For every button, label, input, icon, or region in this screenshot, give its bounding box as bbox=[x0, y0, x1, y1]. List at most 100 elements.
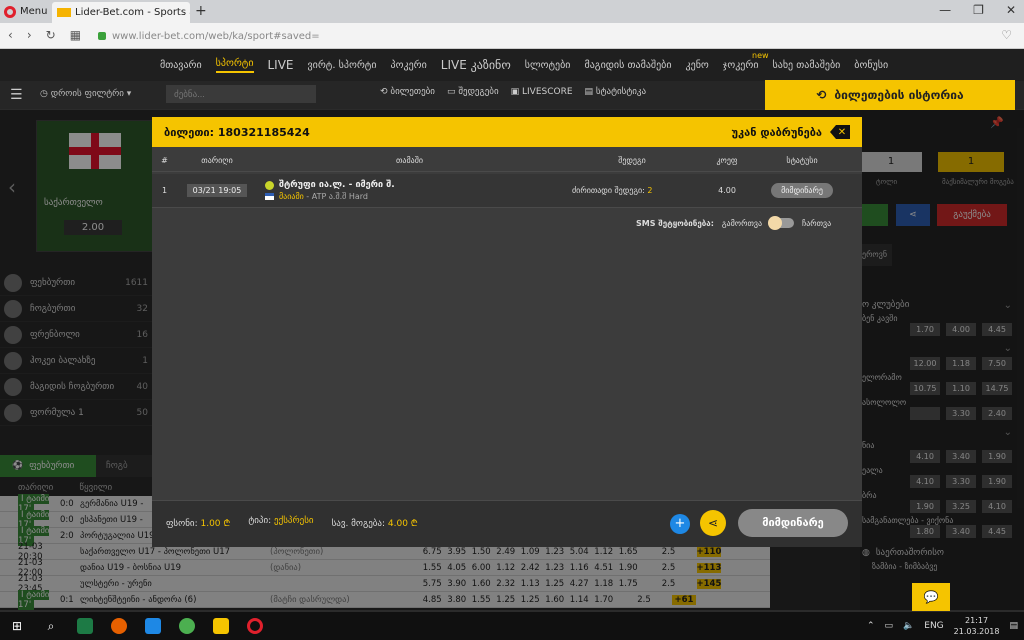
row-event-cell: შტრუფი ია.ლ. - იმერი შ. მაიამი - ATP ა.შ… bbox=[257, 180, 562, 201]
search-icon: ⌕ bbox=[47, 618, 55, 633]
col-event: თამაში bbox=[396, 156, 423, 165]
clock-date: 21.03.2018 bbox=[953, 627, 1000, 636]
language-indicator[interactable]: ENG bbox=[924, 621, 943, 631]
nav-live-casino[interactable]: LIVE კაზინო bbox=[441, 58, 511, 72]
search-input[interactable] bbox=[166, 85, 316, 103]
type-label: ტიპი: bbox=[248, 516, 272, 526]
toggle-knob bbox=[768, 216, 783, 230]
browser-tab[interactable]: Lider-Bet.com - Sports and ✕ bbox=[52, 2, 190, 23]
sms-off-label: გამორთვა bbox=[721, 218, 763, 228]
ticket-table-header: # თარიღი თამაში შედეგი კოეფ სტატუსი bbox=[152, 150, 862, 172]
main-nav: მთავარი სპორტი LIVE ვირტ. სპორტი პოკერი … bbox=[160, 49, 888, 81]
tickets-label: ბილეთები bbox=[390, 87, 435, 97]
pending-status-button[interactable]: მიმდინარე bbox=[738, 509, 848, 537]
taskbar-app-excel[interactable] bbox=[68, 612, 102, 640]
back-label: უკან დაბრუნება bbox=[731, 125, 822, 139]
nav-sport[interactable]: სპორტი bbox=[215, 58, 254, 73]
chrome-icon bbox=[179, 618, 195, 634]
sms-toggle[interactable] bbox=[768, 216, 795, 230]
row-outcome: ძირითადი შედეგი: 2 bbox=[562, 186, 702, 195]
share-icon: ⋖ bbox=[707, 516, 719, 530]
nav-table-games[interactable]: მაგიდის თამაშები bbox=[584, 60, 671, 71]
opera-menu-button[interactable]: Menu bbox=[4, 3, 47, 20]
taskbar-app-explorer[interactable] bbox=[204, 612, 238, 640]
add-button[interactable]: + bbox=[670, 514, 690, 534]
nav-poker[interactable]: პოკერი bbox=[391, 60, 427, 71]
tickets-link[interactable]: ⟲ ბილეთები bbox=[380, 87, 435, 97]
reload-icon[interactable]: ↻ bbox=[46, 28, 56, 42]
back-button[interactable]: უკან დაბრუნება ✕ bbox=[732, 125, 850, 139]
taskbar-app-firefox[interactable] bbox=[102, 612, 136, 640]
speed-dial-icon[interactable]: ▦ bbox=[70, 28, 81, 42]
nav-slots[interactable]: სლოტები bbox=[525, 60, 571, 71]
time-filter-dropdown[interactable]: ◷ დროის ფილტრი ▾ bbox=[40, 89, 131, 99]
nav-new-games[interactable]: სახე თამაშები bbox=[773, 60, 841, 71]
col-status: სტატუსი bbox=[786, 156, 818, 165]
ticket-summary: ფსონი: 1.00 ₾ ტიპი: ექსპრესი სავ. მოგება… bbox=[166, 516, 418, 529]
restore-icon[interactable]: ❐ bbox=[973, 3, 984, 17]
clock[interactable]: 21:17 21.03.2018 bbox=[954, 615, 1000, 637]
statistics-label: სტატისტიკა bbox=[595, 87, 647, 97]
sms-label: SMS შეტყობინება: bbox=[636, 218, 714, 228]
bookmark-heart-icon[interactable]: ♡ bbox=[1001, 28, 1012, 42]
hamburger-menu-icon[interactable]: ☰ bbox=[10, 87, 23, 103]
taskbar-app-chrome[interactable] bbox=[170, 612, 204, 640]
browser-nav-buttons: ‹ › ↻ ▦ bbox=[8, 28, 81, 42]
ticket-history-button[interactable]: ⟲ ბილეთების ისტორია bbox=[765, 80, 1015, 110]
chat-icon: 💬 bbox=[923, 590, 939, 604]
url-field[interactable]: www.lider-bet.com/web/ka/sport#saved= bbox=[98, 27, 1020, 45]
win-label: სავ. მოგება: bbox=[331, 519, 386, 529]
col-date: თარიღი bbox=[201, 156, 233, 165]
new-tab-icon[interactable]: + bbox=[195, 3, 207, 19]
opera-icon bbox=[4, 5, 16, 18]
taskbar-app-edge[interactable] bbox=[136, 612, 170, 640]
tray-arrow-icon[interactable]: ⌃ bbox=[867, 621, 875, 631]
col-outcome: შედეგი bbox=[618, 156, 646, 165]
start-button[interactable]: ⊞ bbox=[0, 612, 34, 640]
excel-icon bbox=[77, 618, 93, 634]
win-value: 4.00 ₾ bbox=[387, 519, 418, 529]
taskbar-app-opera[interactable] bbox=[238, 612, 272, 640]
usa-flag-icon bbox=[265, 193, 274, 200]
opera-icon bbox=[247, 618, 263, 634]
site-favicon-icon bbox=[57, 8, 71, 17]
nav-virtual-sport[interactable]: ვირტ. სპორტი bbox=[308, 60, 377, 71]
network-icon[interactable]: ▭ bbox=[885, 621, 894, 631]
folder-icon bbox=[213, 618, 229, 634]
back-icon[interactable]: ‹ bbox=[8, 28, 13, 42]
statistics-link[interactable]: ▤ სტატისტიკა bbox=[585, 87, 647, 97]
share-ticket-button[interactable]: ⋖ bbox=[700, 510, 726, 536]
url-text: www.lider-bet.com/web/ka/sport#saved= bbox=[112, 30, 320, 42]
results-link[interactable]: ▭ შედეგები bbox=[447, 87, 499, 97]
close-window-icon[interactable]: ✕ bbox=[1006, 3, 1016, 17]
livescore-link[interactable]: ▣ LIVESCORE bbox=[511, 87, 573, 97]
taskbar-apps: ⊞ ⌕ bbox=[0, 612, 272, 640]
ticket-row: 1 03/21 19:05 შტრუფი ია.ლ. - იმერი შ. მა… bbox=[152, 174, 862, 208]
ticket-title: ბილეთი: 180321185424 bbox=[164, 126, 310, 139]
col-num: # bbox=[161, 156, 168, 165]
nav-joker[interactable]: ჯოკერი bbox=[723, 60, 759, 71]
notifications-icon[interactable]: ▤ bbox=[1009, 621, 1018, 631]
volume-icon[interactable]: 🔈 bbox=[903, 621, 914, 631]
forward-icon[interactable]: › bbox=[27, 28, 32, 42]
tennis-ball-icon bbox=[265, 180, 274, 190]
outcome-value: 2 bbox=[647, 186, 653, 195]
nav-bonus[interactable]: ბონუსი bbox=[854, 60, 888, 71]
firefox-icon bbox=[111, 618, 127, 634]
nav-live[interactable]: LIVE bbox=[268, 58, 294, 72]
competition-city: მაიამი bbox=[279, 192, 304, 201]
chat-button[interactable]: 💬 bbox=[912, 583, 950, 611]
clock-time: 21:17 bbox=[965, 616, 989, 625]
window-controls: — ❐ ✕ bbox=[939, 3, 1016, 17]
nav-keno[interactable]: კენო bbox=[686, 60, 709, 71]
ticket-id: 180321185424 bbox=[217, 125, 310, 139]
row-status-cell: მიმდინარე bbox=[752, 183, 852, 198]
sms-notification-row: SMS შეტყობინება: გამორთვა ჩართვა bbox=[636, 216, 831, 230]
search-taskbar-button[interactable]: ⌕ bbox=[34, 612, 68, 640]
minimize-icon[interactable]: — bbox=[939, 3, 951, 17]
nav-home[interactable]: მთავარი bbox=[160, 60, 202, 71]
livescore-label: LIVESCORE bbox=[522, 87, 573, 97]
stake-label: ფსონი: bbox=[166, 519, 198, 529]
event-name: შტრუფი ია.ლ. - იმერი შ. bbox=[279, 180, 395, 190]
win-summary: სავ. მოგება: 4.00 ₾ bbox=[332, 516, 418, 529]
